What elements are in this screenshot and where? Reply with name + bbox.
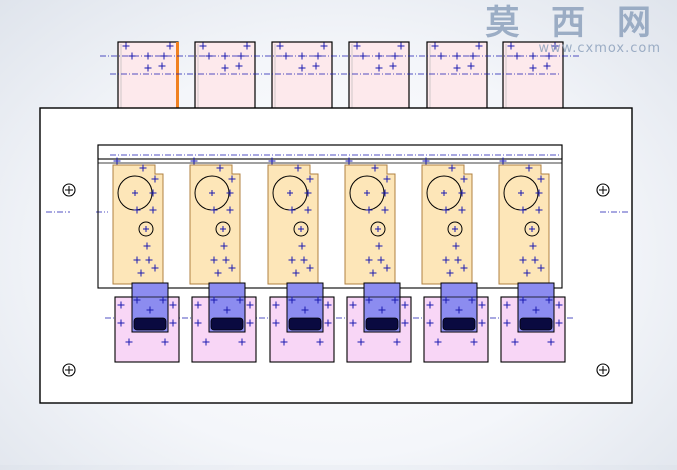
top-block bbox=[426, 41, 488, 111]
cad-drawing[interactable] bbox=[0, 0, 677, 465]
top-block bbox=[502, 41, 564, 111]
top-block bbox=[271, 41, 333, 111]
top-blocks-layer bbox=[100, 41, 580, 111]
dark-slot bbox=[210, 317, 244, 331]
dark-slot bbox=[442, 317, 476, 331]
edge-highlight bbox=[176, 42, 179, 110]
dark-slot bbox=[365, 317, 399, 331]
cad-viewport[interactable] bbox=[0, 0, 677, 465]
dark-slot bbox=[519, 317, 553, 331]
top-block bbox=[117, 41, 179, 111]
top-block bbox=[348, 41, 410, 111]
dark-slot bbox=[288, 317, 322, 331]
top-block bbox=[194, 41, 256, 111]
dark-slot bbox=[133, 317, 167, 331]
